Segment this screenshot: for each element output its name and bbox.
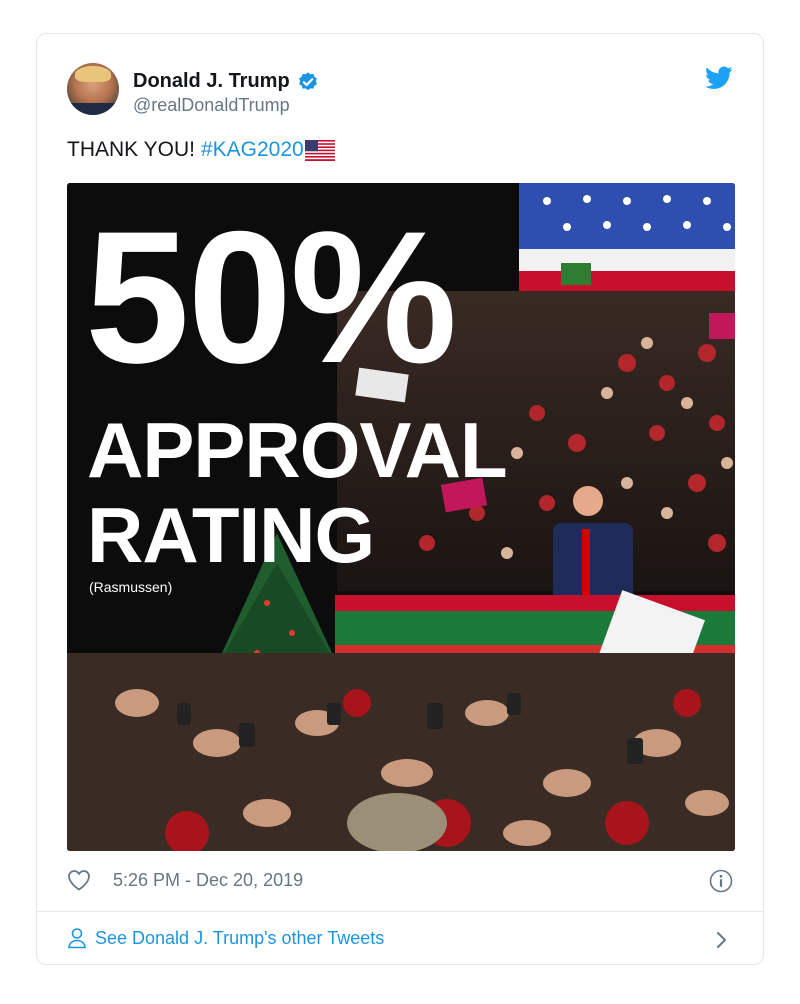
footer-divider xyxy=(37,911,763,912)
verified-badge-icon xyxy=(298,71,317,90)
see-other-tweets-link[interactable]: See Donald J. Trump's other Tweets xyxy=(67,927,384,949)
author-name[interactable]: Donald J. Trump xyxy=(133,70,290,93)
twitter-bird-icon[interactable] xyxy=(705,66,733,90)
chevron-right-icon[interactable] xyxy=(715,930,729,950)
headline-number: 50% xyxy=(85,192,457,402)
see-other-tweets-label[interactable]: See Donald J. Trump's other Tweets xyxy=(95,928,384,949)
headline-line2: RATING xyxy=(87,491,375,579)
us-flag-emoji xyxy=(304,139,335,161)
author-name-row[interactable]: Donald J. Trump xyxy=(133,70,319,93)
tweet-image[interactable]: 50% APPROVAL RATING (Rasmussen) xyxy=(67,183,735,851)
tweet-card: Donald J. Trump @realDonaldTrump THANK Y… xyxy=(36,33,764,965)
tweet-timestamp[interactable]: 5:26 PM - Dec 20, 2019 xyxy=(113,870,303,891)
hashtag-link[interactable]: #KAG2020 xyxy=(201,138,304,162)
author-avatar[interactable] xyxy=(67,63,119,115)
info-icon[interactable] xyxy=(709,869,733,893)
headline-line1: APPROVAL xyxy=(87,406,508,494)
tweet-body: THANK YOU! xyxy=(67,138,195,161)
tweet-text: THANK YOU! #KAG2020 xyxy=(67,138,335,162)
heart-icon[interactable] xyxy=(67,869,91,891)
author-handle[interactable]: @realDonaldTrump xyxy=(133,95,290,116)
person-icon xyxy=(68,928,86,949)
tweet-meta: 5:26 PM - Dec 20, 2019 xyxy=(67,869,303,891)
source-caption: (Rasmussen) xyxy=(89,579,173,595)
